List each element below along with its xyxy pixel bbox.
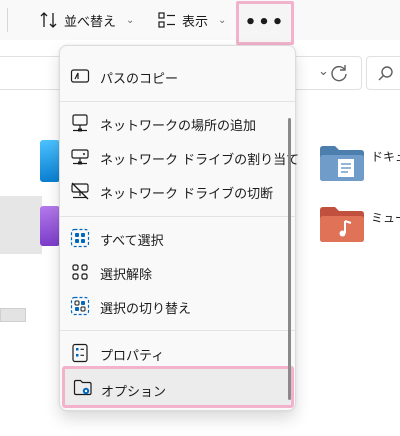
toolbar-divider [7,8,8,32]
menu-divider [60,216,295,217]
documents-folder-icon[interactable] [318,143,366,183]
more-icon: ••• [244,12,286,33]
select-none-icon [72,264,88,280]
copy-path-icon [70,69,90,83]
search-input[interactable] [366,56,400,90]
chevron-down-icon: ⌄ [218,14,227,26]
music-folder-icon[interactable] [318,204,366,244]
view-button[interactable]: 表示 ⌄ [158,0,226,40]
disconnect-network-drive-icon [71,182,89,200]
menu-item-invert-selection[interactable]: 選択の切り替え [64,290,288,322]
menu-item-label: ネットワーク ドライブの割り当て [100,153,300,168]
refresh-icon[interactable] [328,62,350,84]
documents-folder-label[interactable]: ドキュ [371,148,400,165]
menu-item-label: プロパティ [100,349,165,364]
command-bar: 並べ替え ⌄ 表示 ⌄ ••• [0,0,400,45]
invert-selection-icon [70,296,90,316]
menu-divider [60,330,295,331]
menu-item-select-none[interactable]: 選択解除 [64,256,288,288]
map-network-drive-icon [71,149,89,165]
menu-item-disconnect-network-drive[interactable]: ネットワーク ドライブの切断 [64,175,288,207]
sort-label: 並べ替え [64,14,117,30]
video-folder-icon[interactable] [40,206,60,246]
drive-item[interactable] [0,308,26,322]
menu-item-copy-path[interactable]: パスのコピー [64,60,288,92]
chevron-down-icon: ⌄ [126,14,135,26]
see-more-button[interactable]: ••• [236,1,294,45]
thumbnail-tile[interactable] [0,196,42,254]
sort-icon [40,12,57,28]
menu-item-label: パスのコピー [100,72,179,87]
select-all-icon [70,228,90,248]
view-list-icon [158,12,175,28]
desktop-folder-icon[interactable] [40,140,60,182]
sort-button[interactable]: 並べ替え ⌄ [40,0,134,40]
menu-item-map-network-drive[interactable]: ネットワーク ドライブの割り当て [64,141,299,173]
menu-item-properties[interactable]: プロパティ [64,337,288,369]
menu-item-label: 選択の切り替え [100,302,192,317]
view-label: 表示 [182,14,209,30]
menu-item-label: オプション [101,385,167,400]
music-folder-label[interactable]: ミュー [371,209,400,226]
network-location-icon [72,114,88,132]
menu-item-label: すべて選択 [100,234,164,249]
menu-item-label: ネットワークの場所の追加 [100,119,257,134]
menu-divider [60,101,295,102]
properties-icon [72,343,88,363]
menu-item-add-network-location[interactable]: ネットワークの場所の追加 [64,107,288,139]
more-options-menu: パスのコピー ネットワークの場所の追加 ネットワーク ドライブの割り当て ネット… [59,45,299,411]
menu-item-select-all[interactable]: すべて選択 [64,222,288,254]
menu-item-label: 選択解除 [100,268,153,283]
menu-scrollbar[interactable] [288,118,291,400]
search-icon [378,66,393,81]
menu-item-label: ネットワーク ドライブの切断 [100,187,274,202]
options-icon [73,379,92,396]
menu-item-options[interactable]: オプション [62,366,294,408]
